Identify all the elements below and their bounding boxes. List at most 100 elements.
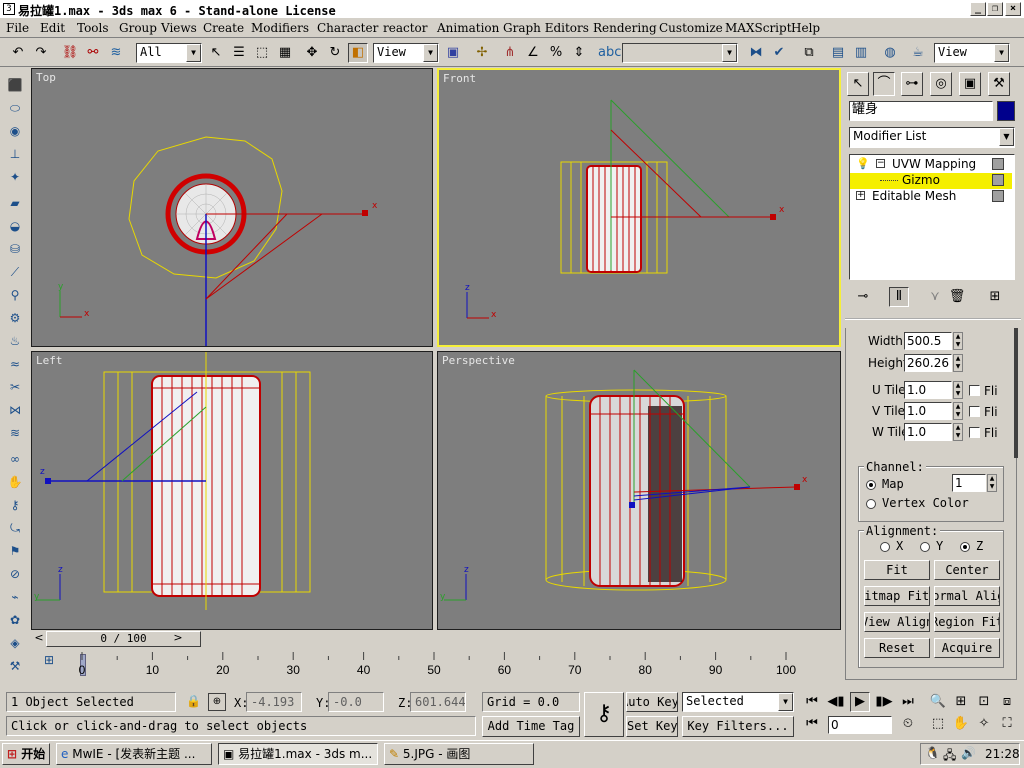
motion-tab-icon[interactable]: ◎ <box>930 72 952 96</box>
menu-file[interactable]: File <box>6 21 29 35</box>
task-paint[interactable]: ✎ 5.JPG - 画图 <box>384 743 534 765</box>
stack-toggle-icon[interactable] <box>992 174 1004 186</box>
zoom-all-icon[interactable]: ⊞ <box>951 692 971 712</box>
stack-item-gizmo[interactable]: Gizmo <box>850 173 1012 189</box>
next-frame-icon[interactable]: ▮▶ <box>874 692 894 712</box>
remove-modifier-icon[interactable]: 🗑 <box>947 287 967 307</box>
center-button[interactable]: Center <box>934 560 1000 580</box>
menu-character[interactable]: Character <box>317 21 378 35</box>
y-coord-field[interactable]: -0.0 <box>328 692 384 712</box>
render-type-dropdown[interactable]: View ▼ <box>934 43 1010 63</box>
map-radio[interactable] <box>866 480 876 490</box>
map-channel-spinner[interactable]: ▲ ▼ <box>987 474 997 492</box>
u-tile-field[interactable]: 1.0 <box>904 381 952 399</box>
modify-tab-icon[interactable]: ⌒ <box>873 72 895 96</box>
tool-icon[interactable]: ∞ <box>5 450 25 468</box>
snap-toggle-icon[interactable]: ⋔ <box>500 43 520 63</box>
tool-icon[interactable]: ✂ <box>5 378 25 396</box>
tool-icon[interactable]: ⊘ <box>5 565 25 583</box>
unlink-icon[interactable]: ⚯ <box>83 43 103 63</box>
select-by-name-icon[interactable]: ☰ <box>229 43 249 63</box>
object-color-swatch[interactable] <box>997 101 1015 121</box>
percent-snap-icon[interactable]: % <box>546 43 566 63</box>
stack-item-editable-mesh[interactable]: + Editable Mesh <box>850 189 1012 205</box>
object-name-field[interactable]: 罐身 <box>849 101 993 121</box>
reset-button[interactable]: Reset <box>864 638 930 658</box>
select-object-icon[interactable]: ↖ <box>206 43 226 63</box>
panel-scrollbar[interactable] <box>1014 328 1018 458</box>
task-3dsmax[interactable]: ▣ 易拉罐1.max - 3ds m... <box>218 743 378 765</box>
start-button[interactable]: ⊞ 开始 <box>2 743 50 765</box>
fit-button[interactable]: Fit <box>864 560 930 580</box>
curve-editor-icon[interactable]: ▤ <box>828 43 848 63</box>
tool-icon[interactable]: ⌁ <box>5 588 25 606</box>
region-zoom-icon[interactable]: ⬚ <box>928 714 948 734</box>
pan-icon[interactable]: ✋ <box>951 714 971 734</box>
scale-icon[interactable]: ◧ <box>348 43 368 63</box>
menu-reactor[interactable]: reactor <box>383 21 428 35</box>
tool-icon[interactable]: ⚑ <box>5 542 25 560</box>
redo-icon[interactable]: ↷ <box>31 43 51 63</box>
selection-filter-dropdown[interactable]: All ▼ <box>136 43 202 63</box>
tool-icon[interactable]: ◉ <box>5 122 25 140</box>
w-flip-checkbox[interactable] <box>969 427 980 438</box>
menu-help[interactable]: Help <box>791 21 820 35</box>
v-flip-checkbox[interactable] <box>969 406 980 417</box>
set-key-button[interactable]: Set Key <box>626 716 678 737</box>
menu-maxscript[interactable]: MAXScript <box>725 21 792 35</box>
minimize-button[interactable]: _ <box>970 2 986 16</box>
goto-end-icon[interactable]: ⏭ <box>898 692 918 712</box>
show-end-result-icon[interactable]: Ⅱ <box>889 287 909 307</box>
arc-rotate-icon[interactable]: ✧ <box>974 714 994 734</box>
menu-modifiers[interactable]: Modifiers <box>251 21 309 35</box>
menu-create[interactable]: Create <box>203 21 244 35</box>
tool-icon[interactable]: ⋈ <box>5 401 25 419</box>
auto-key-button[interactable]: Auto Key <box>626 692 678 712</box>
height-field[interactable]: 260.26 <box>904 354 952 372</box>
material-editor-icon[interactable]: ◍ <box>880 43 900 63</box>
next-frame-arrow[interactable]: > <box>171 631 185 647</box>
prev-frame-arrow[interactable]: < <box>32 631 46 647</box>
width-field[interactable]: 500.5 <box>904 332 952 350</box>
view-align-button[interactable]: View Align <box>864 612 930 632</box>
u-tile-spinner[interactable]: ▲ ▼ <box>953 381 963 399</box>
set-key-icon[interactable]: ⚷ <box>584 692 624 737</box>
tool-icon[interactable]: ◈ <box>5 634 25 652</box>
menu-views[interactable]: Views <box>161 21 197 35</box>
stack-item-uvw-mapping[interactable]: 💡 − UVW Mapping <box>850 157 1012 173</box>
v-tile-spinner[interactable]: ▲ ▼ <box>953 402 963 420</box>
tool-icon[interactable]: ⛁ <box>5 240 25 258</box>
tool-icon[interactable]: ⟋ <box>5 263 25 281</box>
time-config-icon[interactable]: ⏲ <box>898 714 918 734</box>
tool-icon[interactable]: ⊥ <box>5 145 25 163</box>
viewport-front[interactable]: Front x z x <box>437 68 841 347</box>
stack-toggle-icon[interactable] <box>992 158 1004 170</box>
layer-manager-icon[interactable]: ⧉ <box>799 43 819 63</box>
tool-icon[interactable]: ≋ <box>5 424 25 442</box>
stack-toggle-icon[interactable] <box>992 190 1004 202</box>
zoom-extents-icon[interactable]: ⊡ <box>974 692 994 712</box>
z-coord-field[interactable]: 601.644 <box>410 692 466 712</box>
select-link-icon[interactable]: ⛓ <box>60 43 80 63</box>
window-crossing-icon[interactable]: ▦ <box>275 43 295 63</box>
menu-group[interactable]: Group <box>119 21 157 35</box>
rotate-icon[interactable]: ↻ <box>325 43 345 63</box>
viewport-perspective[interactable]: Perspective x z y <box>437 351 841 630</box>
tool-icon[interactable]: ▰ <box>5 194 25 212</box>
configure-modifier-sets-icon[interactable]: ⊞ <box>985 287 1005 307</box>
tool-icon[interactable]: ⤿ <box>5 519 25 537</box>
collapse-icon[interactable]: − <box>876 159 885 168</box>
acquire-button[interactable]: Acquire <box>934 638 1000 658</box>
key-mode-dropdown[interactable]: Selected ▼ <box>682 692 794 712</box>
named-selection-dropdown[interactable]: ▼ <box>622 43 738 63</box>
align-z-radio[interactable] <box>960 542 970 552</box>
normal-align-button[interactable]: Normal Align <box>934 586 1000 606</box>
qq-icon[interactable]: 🐧 <box>925 746 940 760</box>
tool-icon[interactable]: ⚙ <box>5 309 25 327</box>
key-filters-button[interactable]: Key Filters... <box>682 716 794 737</box>
add-time-tag-button[interactable]: Add Time Tag <box>482 716 580 737</box>
ref-coord-dropdown[interactable]: View ▼ <box>373 43 439 63</box>
menu-customize[interactable]: Customize <box>659 21 723 35</box>
render-scene-icon[interactable]: ☕ <box>908 43 928 63</box>
bitmap-fit-button[interactable]: Bitmap Fit <box>864 586 930 606</box>
